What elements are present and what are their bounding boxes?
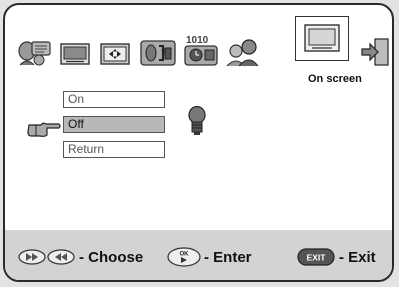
exit-button-text: EXIT [307,253,327,263]
parental-icon[interactable] [225,37,259,67]
footer-legend: - Choose OK - Enter EXIT - Exit [5,230,392,280]
on-screen-label: On screen [308,73,362,85]
teletext-clock-icon[interactable]: 1010 [183,33,219,67]
choose-hint: - Choose [79,249,144,266]
option-off[interactable]: Off [63,116,165,133]
menu-icon-bar: ? 1010 On screen [15,13,392,85]
option-on[interactable]: On [63,91,165,108]
sound-icon[interactable]: ? [140,39,176,67]
screen-format-icon[interactable] [100,43,130,65]
osd-window: ? 1010 On screen On Off Return - Choose … [3,3,394,282]
ok-button-icon: OK [167,247,201,267]
exit-icon[interactable] [360,37,390,67]
picture-icon[interactable] [60,43,90,65]
rewind-button-icon [47,249,75,265]
people-icon[interactable] [17,38,51,66]
ok-button-text: OK [180,252,190,258]
svg-text:?: ? [161,47,167,57]
on-screen-icon [304,24,340,52]
hand-pointer-icon [27,122,61,137]
exit-button-icon: EXIT [297,248,335,266]
on-screen-item[interactable] [295,16,349,61]
option-return[interactable]: Return [63,141,165,158]
fast-forward-button-icon [18,249,46,265]
exit-hint: - Exit [339,249,376,266]
svg-text:1010: 1010 [186,35,209,46]
bulb-icon [188,106,206,135]
enter-hint: - Enter [204,249,252,266]
